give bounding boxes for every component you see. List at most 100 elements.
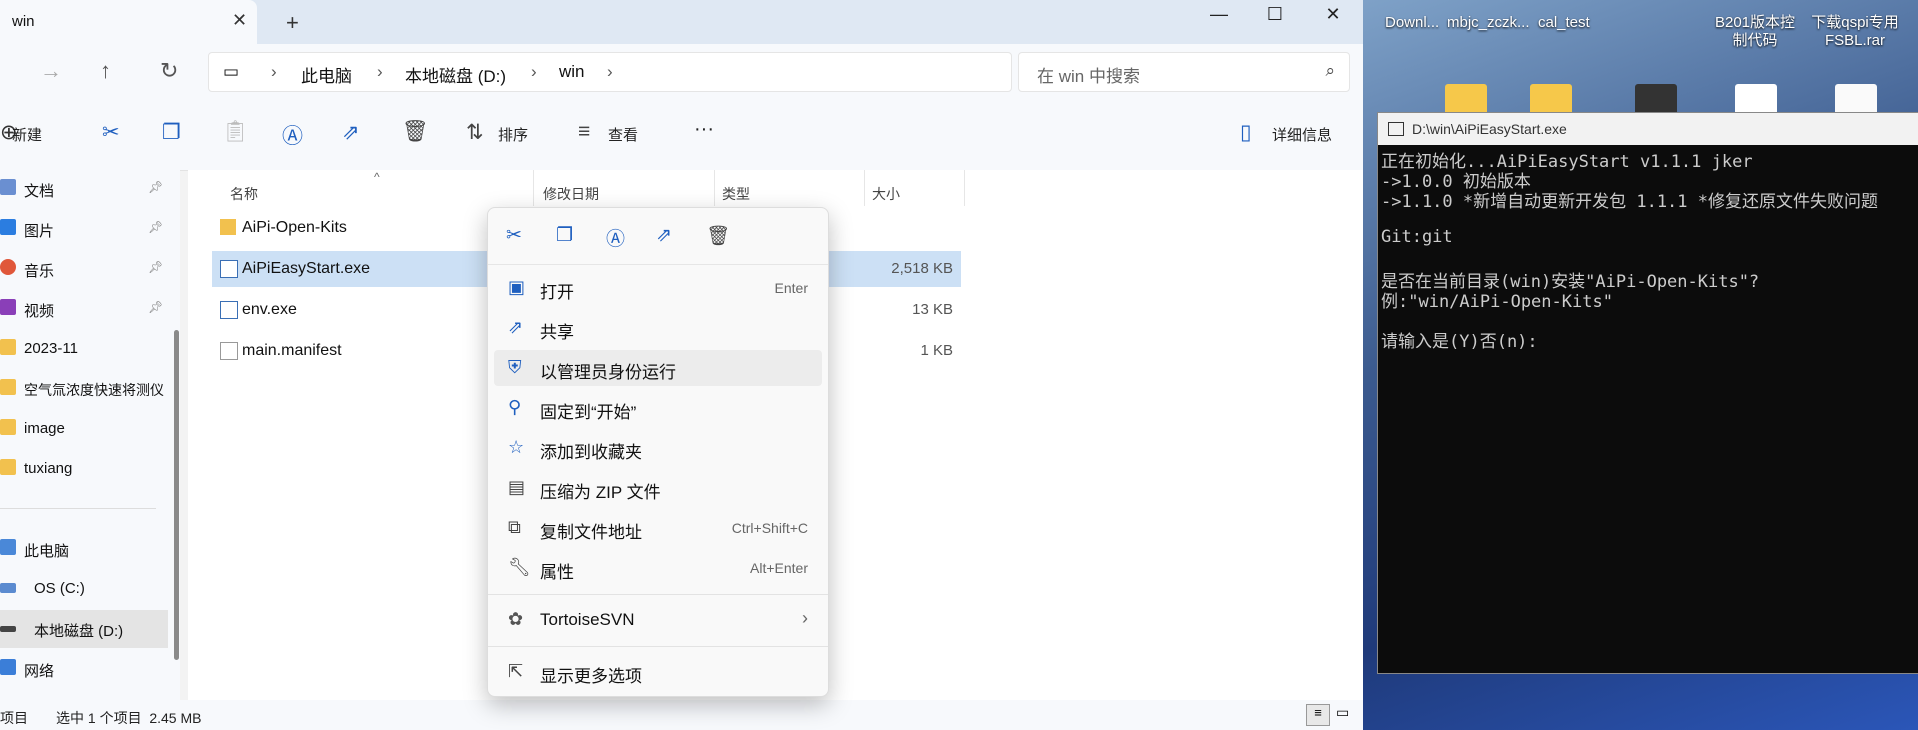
console-title-bar[interactable]: D:\win\AiPiEasyStart.exe [1378, 113, 1918, 145]
sidebar-item-folder[interactable]: 空气氚浓度快速将测仪 [0, 370, 168, 408]
copy-icon[interactable]: ❐ [556, 224, 573, 247]
sidebar-item-folder[interactable]: image [0, 410, 168, 448]
menu-item-pin-start[interactable]: ⚲ 固定到“开始” [494, 390, 822, 426]
breadcrumb-this-pc[interactable]: 此电脑 [301, 62, 352, 87]
menu-item-show-more[interactable]: ⇱ 显示更多选项 [494, 654, 822, 690]
paste-icon[interactable]: 📋︎ [222, 120, 249, 144]
desktop-icon-downloads[interactable]: Downl... [1385, 14, 1439, 32]
menu-item-label: 固定到“开始” [540, 403, 637, 422]
more-options-button[interactable]: ··· [694, 118, 714, 141]
close-icon[interactable]: ✕ [232, 10, 247, 31]
menu-item-copy-path[interactable]: ⧉ 复制文件地址 Ctrl+Shift+C [494, 510, 822, 546]
tab-title: win [12, 13, 35, 30]
column-name[interactable]: 名称 [230, 184, 258, 204]
file-name: env.exe [242, 301, 297, 318]
column-separator[interactable] [864, 170, 865, 206]
sidebar-item-drive-c[interactable]: OS (C:) [0, 570, 168, 608]
sidebar-item-folder[interactable]: tuxiang [0, 450, 168, 488]
menu-item-run-as-admin[interactable]: ⛨ 以管理员身份运行 [494, 350, 822, 386]
scrollbar[interactable] [174, 330, 179, 660]
minimize-icon[interactable]: — [1196, 4, 1242, 25]
menu-item-properties[interactable]: 🔧︎ 属性 Alt+Enter [494, 550, 822, 586]
title-bar: win ✕ + — ☐ ✕ [0, 0, 1363, 44]
share-icon[interactable]: ⇗ [656, 224, 672, 247]
desktop-icon-fsbl[interactable]: 下载qspi专用 FSBL.rar [1805, 14, 1905, 50]
view-icon: ≡ [578, 120, 591, 143]
cut-icon[interactable]: ✂ [102, 120, 120, 145]
breadcrumb-win[interactable]: win [559, 62, 585, 82]
menu-item-label: 显示更多选项 [540, 667, 642, 686]
menu-item-label: 共享 [540, 323, 574, 342]
column-separator[interactable] [964, 170, 965, 206]
desktop-icon-b201[interactable]: B201版本控 制代码 [1710, 14, 1800, 50]
zip-icon: ▤ [508, 477, 526, 497]
sidebar-item-label: 视频 [24, 303, 55, 320]
console-window[interactable]: D:\win\AiPiEasyStart.exe 正在初始化...AiPiEas… [1377, 112, 1918, 674]
chevron-right-icon[interactable]: › [531, 62, 537, 82]
sidebar-item-drive-d[interactable]: 本地磁盘 (D:) [0, 610, 168, 648]
chevron-right-icon[interactable]: › [607, 62, 613, 82]
menu-item-tortoisesvn[interactable]: ✿ TortoiseSVN › [494, 602, 822, 638]
chevron-right-icon[interactable]: › [271, 62, 277, 82]
rename-icon[interactable]: Ⓐ [282, 120, 303, 150]
console-input-prompt[interactable]: 请输入是(Y)否(n): [1381, 327, 1538, 352]
menu-item-shortcut: Alt+Enter [750, 560, 808, 576]
view-button[interactable]: 查看 [608, 124, 638, 145]
documents-icon [0, 179, 16, 195]
column-separator[interactable] [533, 170, 534, 206]
refresh-icon[interactable]: ↻ [160, 58, 178, 84]
delete-icon[interactable]: 🗑︎ [402, 120, 429, 144]
breadcrumb-drive-d[interactable]: 本地磁盘 (D:) [405, 62, 506, 87]
details-view-icon[interactable]: ≡ [1306, 704, 1330, 726]
menu-item-compress-zip[interactable]: ▤ 压缩为 ZIP 文件 [494, 470, 822, 506]
sidebar-item-documents[interactable]: 文档 📌︎ [0, 170, 168, 208]
sidebar-item-music[interactable]: 音乐 📌︎ [0, 250, 168, 288]
sidebar-item-pictures[interactable]: 图片 📌︎ [0, 210, 168, 248]
column-separator[interactable] [714, 170, 715, 206]
copy-icon[interactable]: ❐ [162, 120, 181, 145]
address-bar[interactable]: ▭ › 此电脑 › 本地磁盘 (D:) › win › [208, 52, 1012, 92]
desktop-icon-label: 下载qspi专用 FSBL.rar [1811, 14, 1899, 49]
close-window-icon[interactable]: ✕ [1310, 4, 1356, 25]
details-button[interactable]: 详细信息 [1272, 124, 1332, 145]
new-tab-icon[interactable]: + [286, 10, 299, 36]
file-size: 1 KB [920, 342, 953, 359]
menu-item-share[interactable]: ⇗ 共享 [494, 310, 822, 346]
item-count: 项目 [0, 710, 28, 726]
desktop-icon-mbjc[interactable]: mbjc_zczk... [1447, 14, 1530, 32]
tab-win[interactable]: win ✕ [0, 0, 257, 44]
new-button[interactable]: 新建 [12, 124, 42, 145]
sidebar-item-label: 此电脑 [24, 543, 70, 560]
status-bar: 项目 选中 1 个项目 2.45 MB ≡ ▭ [0, 700, 1363, 730]
column-modified[interactable]: 修改日期 [543, 184, 599, 204]
up-icon[interactable]: ↑ [100, 58, 111, 84]
share-icon[interactable]: ⇗ [342, 120, 360, 145]
delete-icon[interactable]: 🗑︎ [706, 224, 730, 248]
videos-icon [0, 299, 16, 315]
search-input[interactable]: 在 win 中搜索 ⌕ [1018, 52, 1350, 92]
sidebar-item-network[interactable]: 网络 [0, 650, 168, 688]
sidebar-item-folder[interactable]: 2023-11 [0, 330, 168, 368]
forward-icon[interactable]: → [40, 58, 62, 84]
sort-button[interactable]: 排序 [498, 124, 528, 145]
expand-icon: ⇱ [508, 661, 524, 681]
selection-info: 选中 1 个项目 2.45 MB [56, 710, 202, 726]
menu-item-open[interactable]: ▣ 打开 Enter [494, 270, 822, 306]
desktop-icon-label: Downl... [1385, 14, 1440, 31]
sidebar-item-label: 文档 [24, 183, 55, 200]
column-type[interactable]: 类型 [722, 184, 750, 204]
sidebar-item-this-pc[interactable]: 此电脑 [0, 530, 168, 568]
menu-item-favorites[interactable]: ☆ 添加到收藏夹 [494, 430, 822, 466]
maximize-icon[interactable]: ☐ [1252, 4, 1298, 25]
sidebar-item-videos[interactable]: 视频 📌︎ [0, 290, 168, 328]
divider [488, 594, 828, 595]
path-icon: ⧉ [508, 517, 521, 537]
rename-icon[interactable]: Ⓐ [606, 224, 625, 251]
column-size[interactable]: 大小 [872, 184, 900, 204]
chevron-right-icon[interactable]: › [377, 62, 383, 82]
cut-icon[interactable]: ✂ [506, 224, 522, 247]
tiles-view-icon[interactable]: ▭ [1336, 704, 1349, 721]
menu-item-label: 添加到收藏夹 [540, 443, 642, 462]
file-name: AiPi-Open-Kits [242, 219, 347, 236]
desktop-icon-cal-test[interactable]: cal_test [1538, 14, 1590, 32]
